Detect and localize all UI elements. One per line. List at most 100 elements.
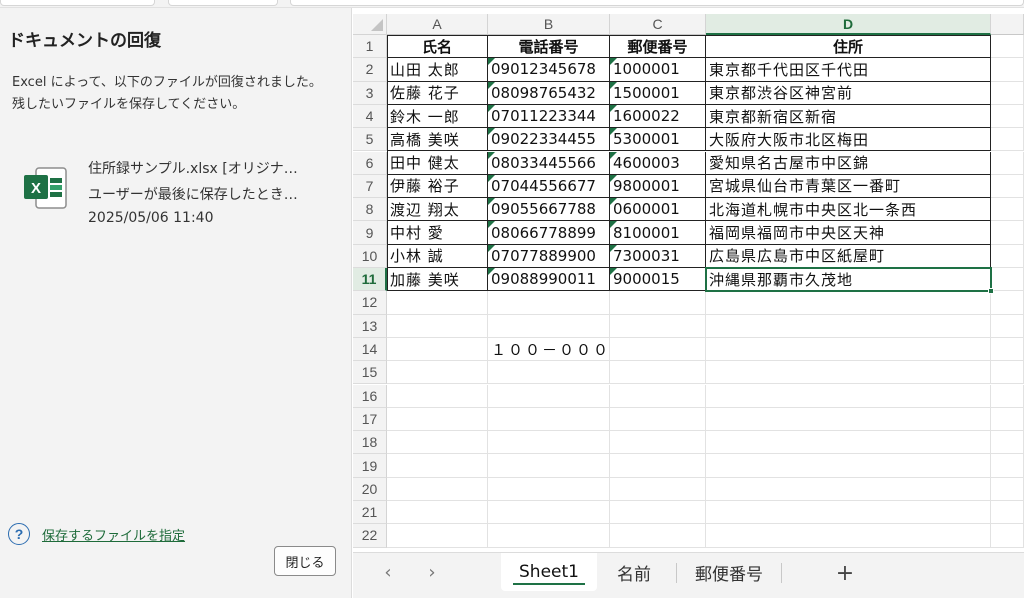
data-cell[interactable]: 8100001 xyxy=(610,221,706,245)
data-cell[interactable]: 7300031 xyxy=(610,244,706,268)
cell[interactable] xyxy=(706,314,991,338)
data-cell[interactable]: 東京都新宿区新宿 xyxy=(706,104,991,129)
cell[interactable] xyxy=(610,477,706,501)
data-cell[interactable]: 5300001 xyxy=(610,128,706,152)
cell[interactable] xyxy=(610,454,706,478)
cell[interactable] xyxy=(387,337,488,362)
row-header[interactable]: 1 xyxy=(353,35,387,59)
cell[interactable] xyxy=(706,384,991,408)
cell[interactable] xyxy=(991,244,1024,268)
row-header[interactable]: 12 xyxy=(353,291,387,315)
data-cell[interactable]: 09012345678 xyxy=(488,58,610,82)
top-tab[interactable] xyxy=(0,0,155,6)
row-header[interactable]: 13 xyxy=(353,314,387,338)
cell[interactable] xyxy=(488,501,610,525)
next-sheet-icon[interactable]: › xyxy=(421,561,443,583)
row-header[interactable]: 10 xyxy=(353,244,387,268)
row-header[interactable]: 5 xyxy=(353,128,387,152)
row-header[interactable]: 9 xyxy=(353,221,387,245)
fill-handle[interactable] xyxy=(988,288,994,295)
cell[interactable] xyxy=(991,454,1024,478)
data-cell[interactable]: 09022334455 xyxy=(488,128,610,152)
data-cell[interactable]: 大阪府大阪市北区梅田 xyxy=(706,128,991,152)
row-header[interactable]: 11 xyxy=(353,268,387,292)
header-cell[interactable]: 住所 xyxy=(706,35,991,59)
recovered-file-item[interactable]: X 住所録サンプル.xlsx [オリジナ… ユーザーが最後に保存したとき… 20… xyxy=(8,150,344,240)
cell[interactable] xyxy=(610,337,706,362)
cell[interactable] xyxy=(991,81,1024,105)
data-cell[interactable]: 9000015 xyxy=(610,268,706,292)
row-header[interactable]: 4 xyxy=(353,104,387,129)
row-header[interactable]: 2 xyxy=(353,58,387,82)
header-cell[interactable]: 電話番号 xyxy=(488,35,610,59)
cell[interactable] xyxy=(387,501,488,525)
data-cell[interactable]: 加藤 美咲 xyxy=(387,268,488,292)
cell[interactable] xyxy=(387,477,488,501)
cell[interactable] xyxy=(488,524,610,548)
data-cell[interactable]: 東京都千代田区千代田 xyxy=(706,58,991,82)
row-header[interactable]: 16 xyxy=(353,384,387,408)
cell[interactable] xyxy=(610,384,706,408)
row-header[interactable]: 19 xyxy=(353,454,387,478)
column-header-extra[interactable] xyxy=(991,14,1024,35)
cell[interactable] xyxy=(610,291,706,315)
cell[interactable] xyxy=(488,384,610,408)
cell[interactable] xyxy=(706,431,991,455)
sheet-tab[interactable]: Sheet1 xyxy=(501,553,597,591)
data-cell[interactable]: 北海道札幌市中央区北一条西 xyxy=(706,198,991,222)
cell[interactable] xyxy=(991,407,1024,432)
cell[interactable] xyxy=(488,361,610,385)
cell[interactable] xyxy=(991,384,1024,408)
cell[interactable] xyxy=(387,384,488,408)
column-header-a[interactable]: A xyxy=(387,14,488,35)
cell[interactable] xyxy=(610,407,706,432)
row-header[interactable]: 15 xyxy=(353,361,387,385)
cell[interactable] xyxy=(706,361,991,385)
cell[interactable] xyxy=(488,407,610,432)
cell[interactable] xyxy=(387,454,488,478)
row-header[interactable]: 3 xyxy=(353,81,387,105)
column-header-d[interactable]: D xyxy=(706,14,991,35)
data-cell[interactable]: 田中 健太 xyxy=(387,151,488,175)
data-cell[interactable]: 宮城県仙台市青葉区一番町 xyxy=(706,174,991,199)
data-cell[interactable]: 1500001 xyxy=(610,81,706,105)
row-header[interactable]: 7 xyxy=(353,174,387,199)
cell[interactable] xyxy=(991,477,1024,501)
cell[interactable] xyxy=(610,361,706,385)
cell[interactable] xyxy=(991,291,1024,315)
cell[interactable] xyxy=(991,174,1024,199)
data-cell[interactable]: 0600001 xyxy=(610,198,706,222)
cell[interactable] xyxy=(387,361,488,385)
data-cell[interactable]: 山田 太郎 xyxy=(387,58,488,82)
cell[interactable] xyxy=(488,291,610,315)
data-cell[interactable]: 広島県広島市中区紙屋町 xyxy=(706,244,991,268)
cell[interactable] xyxy=(706,291,991,315)
data-cell[interactable]: 鈴木 一郎 xyxy=(387,104,488,129)
cell[interactable] xyxy=(706,524,991,548)
cell[interactable] xyxy=(991,58,1024,82)
sheet-tab[interactable]: 郵便番号 xyxy=(676,553,782,591)
cell[interactable] xyxy=(991,361,1024,385)
cell[interactable] xyxy=(706,407,991,432)
data-cell[interactable]: 中村 愛 xyxy=(387,221,488,245)
cell[interactable] xyxy=(706,477,991,501)
cell[interactable] xyxy=(387,431,488,455)
data-cell[interactable]: 09088990011 xyxy=(488,268,610,292)
row-header[interactable]: 6 xyxy=(353,151,387,175)
help-link-text[interactable]: 保存するファイルを指定 xyxy=(42,525,185,544)
data-cell[interactable]: 福岡県福岡市中央区天神 xyxy=(706,221,991,245)
data-cell[interactable]: 愛知県名古屋市中区錦 xyxy=(706,151,991,175)
cell[interactable] xyxy=(706,337,991,362)
data-cell[interactable]: 4600003 xyxy=(610,151,706,175)
top-tab[interactable] xyxy=(168,0,278,6)
row-header[interactable]: 18 xyxy=(353,431,387,455)
cell[interactable] xyxy=(991,221,1024,245)
cell[interactable] xyxy=(991,128,1024,152)
data-cell[interactable]: 09055667788 xyxy=(488,198,610,222)
cell[interactable] xyxy=(991,524,1024,548)
cell[interactable] xyxy=(488,454,610,478)
cell[interactable] xyxy=(991,314,1024,338)
cell[interactable] xyxy=(991,501,1024,525)
cell[interactable] xyxy=(610,524,706,548)
header-cell[interactable]: 氏名 xyxy=(387,35,488,59)
